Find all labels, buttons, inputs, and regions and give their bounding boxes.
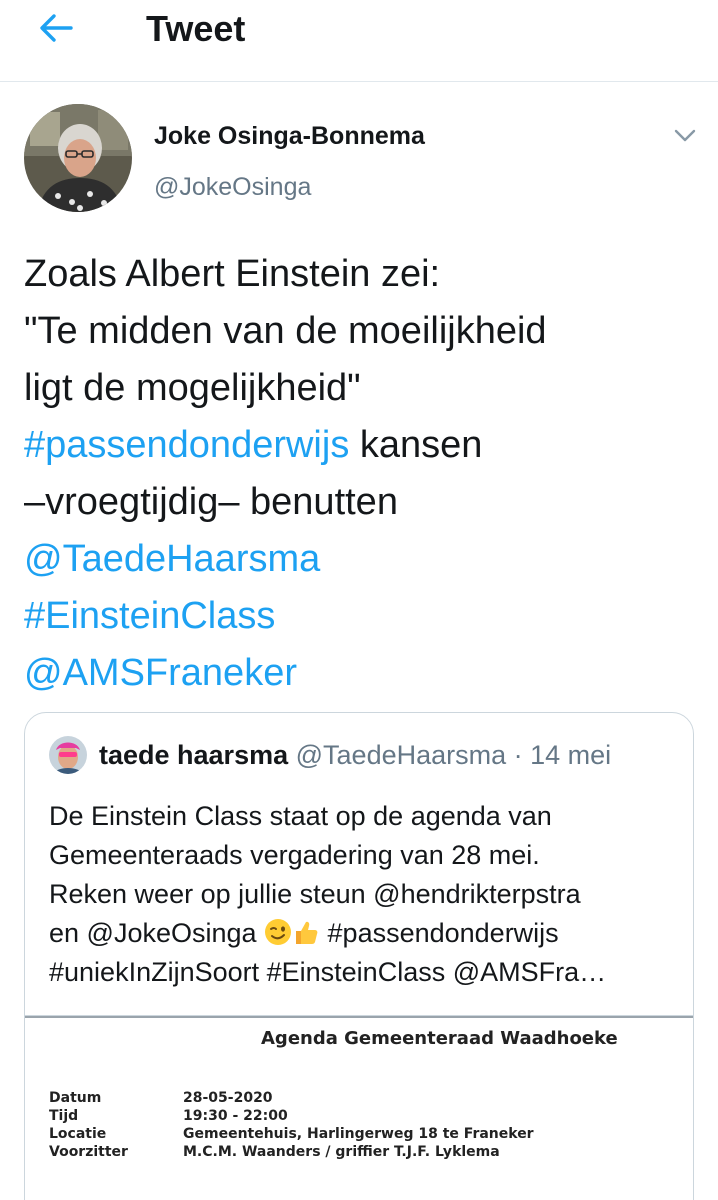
document-label: Datum: [49, 1090, 102, 1106]
tweet-line: #passendonderwijs kansen: [24, 417, 704, 474]
document-label: Locatie: [49, 1126, 107, 1142]
more-options-button[interactable]: [670, 124, 700, 148]
quoted-line: Reken weer op jullie steun @hendrikterps…: [49, 879, 581, 909]
avatar[interactable]: [24, 104, 132, 212]
quoted-avatar: [49, 736, 87, 774]
document-row: Voorzitter M.C.M. Waanders / griffier T.…: [49, 1143, 534, 1161]
document-label: Tijd: [49, 1108, 79, 1124]
quoted-author-handle: @TaedeHaarsma: [295, 740, 507, 770]
hashtag-link[interactable]: #EinsteinClass: [24, 588, 704, 645]
document-value: M.C.M. Waanders / griffier T.J.F. Lyklem…: [183, 1144, 500, 1160]
quoted-text-fragment: en @JokeOsinga: [49, 918, 265, 948]
back-button[interactable]: [34, 8, 78, 48]
attached-document-image[interactable]: Agenda Gemeenteraad Waadhoeke Datum 28-0…: [25, 1015, 693, 1200]
divider: [25, 1016, 693, 1018]
document-label: Voorzitter: [49, 1144, 128, 1160]
quoted-tweet-card[interactable]: taede haarsma @TaedeHaarsma · 14 mei De …: [24, 712, 694, 1200]
separator-dot: ·: [506, 740, 531, 770]
tweet-line: "Te midden van de moeilijkheid: [24, 310, 547, 352]
quoted-text-fragment: #passendonderwijs: [320, 918, 559, 948]
tweet-line: –vroegtijdig– benutten: [24, 481, 398, 523]
tweet-line: Zoals Albert Einstein zei:: [24, 253, 441, 295]
document-title: Agenda Gemeenteraad Waadhoeke: [261, 1028, 618, 1049]
tweet-line: ligt de mogelijkheid": [24, 367, 361, 409]
arrow-left-icon: [40, 14, 73, 42]
hashtag-link[interactable]: #passendonderwijs: [24, 424, 349, 466]
document-row: Datum 28-05-2020: [49, 1089, 534, 1107]
page-title: Tweet: [146, 8, 246, 49]
winking-face-emoji: [265, 919, 292, 945]
top-bar: Tweet: [0, 0, 718, 82]
quoted-header: taede haarsma @TaedeHaarsma · 14 mei: [99, 739, 611, 771]
document-row: Locatie Gemeentehuis, Harlingerweg 18 te…: [49, 1125, 534, 1143]
mention-link[interactable]: @AMSFraneker: [24, 645, 704, 702]
quoted-line: #uniekInZijnSoort #EinsteinClass @AMSFra…: [49, 957, 607, 987]
quoted-line: De Einstein Class staat op de agenda van: [49, 801, 552, 831]
quoted-tweet-text: De Einstein Class staat op de agenda van…: [49, 797, 679, 992]
document-value: Gemeentehuis, Harlingerweg 18 te Franeke…: [183, 1126, 534, 1142]
thumbs-up-emoji: [296, 921, 318, 944]
document-row: Tijd 19:30 - 22:00: [49, 1107, 534, 1125]
tweet-text: Zoals Albert Einstein zei: "Te midden va…: [24, 246, 704, 702]
author-handle[interactable]: @JokeOsinga: [154, 172, 311, 202]
document-details: Datum 28-05-2020 Tijd 19:30 - 22:00 Loca…: [49, 1089, 534, 1161]
author-name[interactable]: Joke Osinga-Bonnema: [154, 121, 425, 151]
chevron-down-icon: [674, 129, 696, 142]
document-value: 19:30 - 22:00: [183, 1108, 288, 1124]
quoted-line: en @JokeOsinga #passendonderwijs: [49, 914, 679, 953]
mention-link[interactable]: @TaedeHaarsma: [24, 531, 704, 588]
quoted-author-name: taede haarsma: [99, 740, 289, 770]
quoted-date: 14 mei: [530, 740, 612, 770]
document-value: 28-05-2020: [183, 1090, 273, 1106]
tweet-text-fragment: kansen: [349, 424, 483, 466]
quoted-line: Gemeenteraads vergadering van 28 mei.: [49, 840, 540, 870]
